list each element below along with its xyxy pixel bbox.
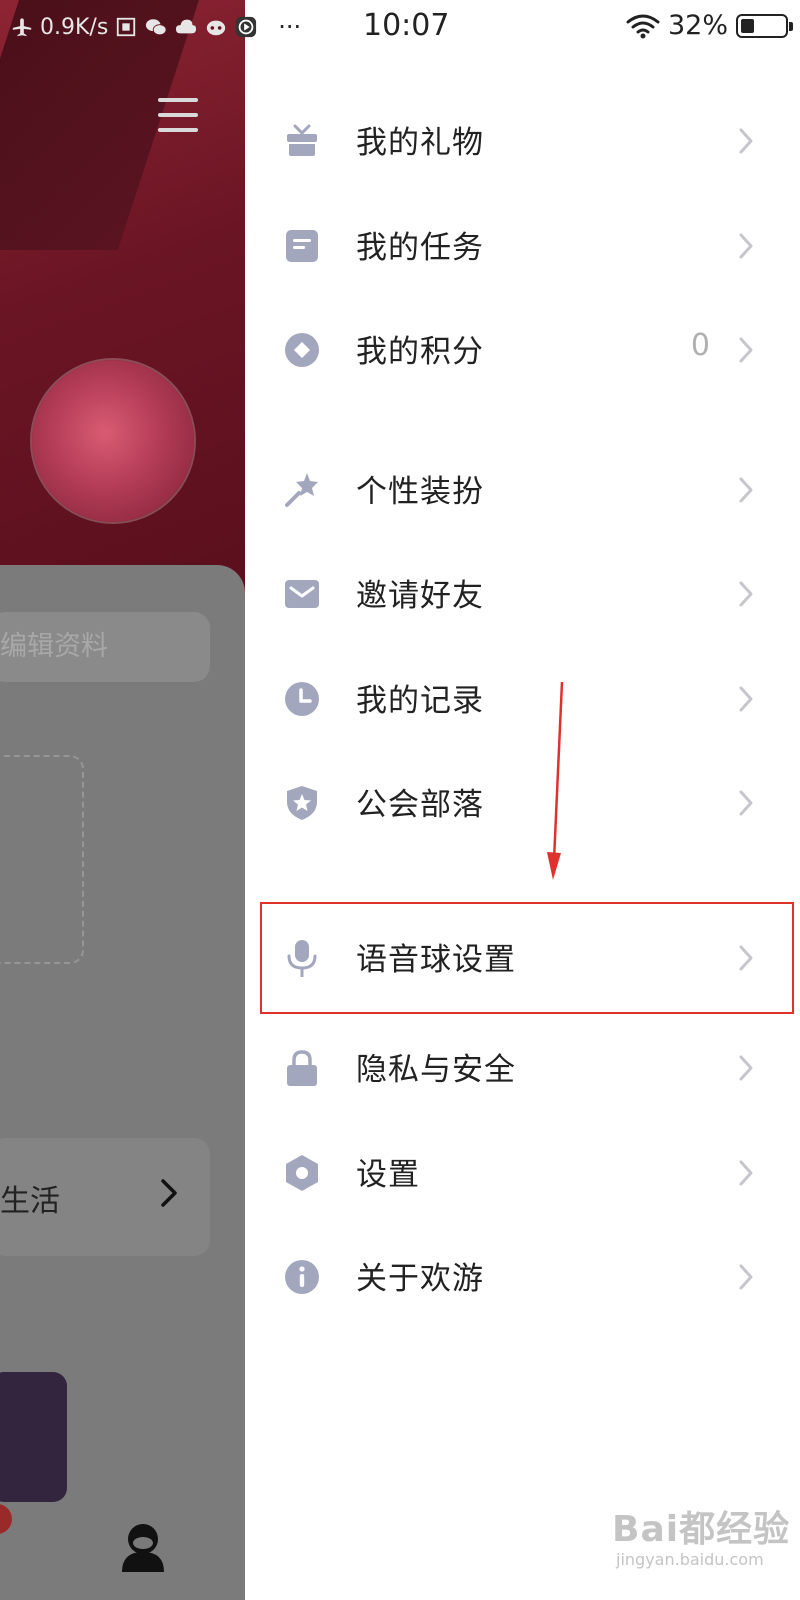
chevron-right-icon bbox=[739, 337, 753, 363]
menu-item-invite-friends[interactable]: 邀请好友 bbox=[245, 542, 800, 646]
network-speed: 0.9K/s bbox=[40, 14, 109, 40]
menu-item-dress-up[interactable]: 个性装扮 bbox=[245, 438, 800, 542]
menu-item-privacy-security[interactable]: 隐私与安全 bbox=[245, 1016, 800, 1120]
screenshot-icon bbox=[117, 17, 136, 37]
watermark-url: jingyan.baidu.com bbox=[616, 1550, 764, 1569]
profile-tab-icon[interactable] bbox=[120, 1522, 166, 1572]
menu-item-gifts[interactable]: 我的礼物 bbox=[245, 89, 800, 193]
clock: 10:07 bbox=[363, 8, 450, 43]
play-icon bbox=[236, 16, 257, 38]
menu-item-label: 我的任务 bbox=[356, 230, 484, 266]
battery-icon bbox=[736, 13, 793, 38]
menu-item-tasks[interactable]: 我的任务 bbox=[245, 194, 800, 298]
gear-hexagon-icon bbox=[286, 1155, 318, 1191]
clock-icon bbox=[285, 682, 319, 716]
menu-item-label: 我的记录 bbox=[356, 683, 484, 719]
menu-item-label: 个性装扮 bbox=[356, 474, 484, 510]
highlight-annotation-box bbox=[260, 902, 794, 1014]
task-icon bbox=[286, 230, 318, 262]
wechat-icon bbox=[146, 19, 167, 36]
points-icon bbox=[285, 333, 319, 367]
battery-level bbox=[741, 18, 754, 33]
menu-item-about[interactable]: 关于欢游 bbox=[245, 1225, 800, 1329]
cloud-icon bbox=[176, 19, 197, 34]
airplane-mode-icon bbox=[12, 18, 32, 37]
side-drawer: 我的礼物 我的任务 我的积分 0 个性装扮 邀请好友 我的记录 公会部落 语音球… bbox=[245, 0, 800, 1600]
watermark: Bai都经验 jingyan.baidu.com bbox=[612, 1500, 792, 1580]
edit-profile-button[interactable]: 编辑资料 bbox=[0, 612, 210, 682]
status-left-group: 0.9K/s ··· bbox=[10, 12, 301, 42]
chevron-right-icon bbox=[739, 128, 753, 154]
menu-item-label: 邀请好友 bbox=[356, 578, 484, 614]
menu-item-label: 我的礼物 bbox=[356, 125, 484, 161]
background-profile-page: 编辑资料 生活 bbox=[0, 0, 245, 1600]
life-label: 生活 bbox=[0, 1184, 60, 1219]
magic-wand-icon bbox=[285, 473, 318, 507]
avatar[interactable] bbox=[32, 360, 194, 522]
menu-item-guild[interactable]: 公会部落 bbox=[245, 751, 800, 855]
lock-icon bbox=[287, 1050, 317, 1086]
chevron-right-icon bbox=[739, 790, 753, 816]
menu-item-label: 公会部落 bbox=[356, 787, 484, 823]
chevron-right-icon bbox=[739, 1264, 753, 1290]
add-photo-placeholder[interactable] bbox=[0, 755, 84, 964]
menu-item-label: 我的积分 bbox=[356, 334, 484, 370]
menu-item-label: 隐私与安全 bbox=[356, 1052, 516, 1088]
media-card[interactable] bbox=[0, 1372, 67, 1502]
shield-star-icon bbox=[287, 786, 317, 820]
points-value: 0 bbox=[690, 328, 710, 363]
chevron-right-icon bbox=[739, 1160, 753, 1186]
app-notification-icon bbox=[207, 20, 226, 36]
chevron-right-icon bbox=[739, 233, 753, 259]
watermark-logo: Bai都经验 bbox=[612, 1509, 791, 1550]
more-notifications-icon: ··· bbox=[278, 13, 302, 41]
menu-hamburger-icon[interactable] bbox=[158, 96, 198, 134]
chevron-right-icon bbox=[739, 477, 753, 503]
chevron-right-icon bbox=[739, 1055, 753, 1081]
gift-icon bbox=[287, 124, 317, 156]
menu-item-settings[interactable]: 设置 bbox=[245, 1121, 800, 1225]
wifi-icon bbox=[626, 14, 660, 38]
status-right-group: 32% bbox=[626, 10, 793, 41]
mail-icon bbox=[285, 580, 319, 608]
menu-item-points[interactable]: 我的积分 0 bbox=[245, 298, 800, 402]
menu-item-label: 设置 bbox=[356, 1157, 420, 1193]
chevron-right-icon bbox=[739, 686, 753, 712]
info-icon bbox=[285, 1260, 319, 1294]
chevron-right-icon bbox=[739, 581, 753, 607]
annotation-arrow-icon bbox=[547, 681, 564, 880]
status-bar: 0.9K/s ··· 10:07 32% bbox=[0, 0, 800, 56]
menu-item-label: 关于欢游 bbox=[356, 1261, 484, 1297]
chevron-right-icon bbox=[161, 1179, 177, 1207]
menu-item-records[interactable]: 我的记录 bbox=[245, 647, 800, 751]
battery-percent: 32% bbox=[667, 10, 728, 41]
